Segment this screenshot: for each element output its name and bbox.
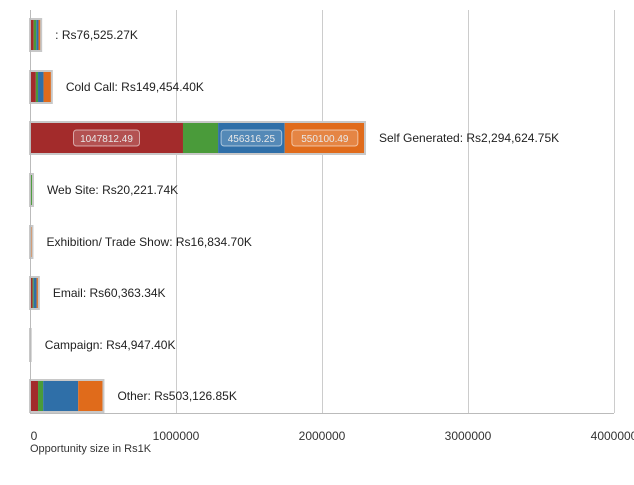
data-label: 456316.25 bbox=[228, 134, 276, 145]
category-label: Self Generated: Rs2,294,624.75K bbox=[379, 131, 559, 145]
category-label: Email: Rs60,363.34K bbox=[53, 286, 166, 300]
x-tick-label: 2000000 bbox=[299, 429, 346, 443]
bar-segment bbox=[30, 380, 39, 412]
x-axis: 0 1000000 2000000 3000000 4000000 bbox=[30, 10, 634, 443]
category-label: Other: Rs503,126.85K bbox=[117, 389, 236, 403]
category-label: Web Site: Rs20,221.74K bbox=[47, 183, 178, 197]
bar-segment bbox=[78, 380, 104, 412]
data-label: 1047812.49 bbox=[80, 134, 133, 145]
bar-segment bbox=[32, 277, 34, 309]
bar-segment bbox=[43, 71, 52, 103]
bar-segment bbox=[33, 277, 37, 309]
bar-segment bbox=[38, 71, 44, 103]
category-label: Campaign: Rs4,947.40K bbox=[45, 338, 176, 352]
x-tick-label: 1000000 bbox=[153, 429, 200, 443]
chart-svg: : Rs76,525.27K Cold Call: Rs149,454.40K 10… bbox=[29, 10, 634, 443]
bar-segment bbox=[38, 380, 44, 412]
bar-segment bbox=[35, 71, 39, 103]
x-tick-label: 4000000 bbox=[591, 429, 634, 443]
data-label: 550100.49 bbox=[301, 134, 349, 145]
x-axis-title: Opportunity size in Rs1K bbox=[30, 443, 152, 455]
bar-segment bbox=[43, 380, 79, 412]
bars: : Rs76,525.27K Cold Call: Rs149,454.40K 10… bbox=[29, 18, 559, 413]
stacked-bar-chart: : Rs76,525.27K Cold Call: Rs149,454.40K 10… bbox=[0, 0, 634, 480]
gridlines bbox=[176, 10, 615, 413]
bar-segment bbox=[182, 122, 219, 154]
category-label: : Rs76,525.27K bbox=[55, 28, 138, 42]
bar-segment bbox=[33, 19, 37, 51]
bar-segment bbox=[36, 19, 39, 51]
category-label: Cold Call: Rs149,454.40K bbox=[66, 80, 204, 94]
x-tick-label: 3000000 bbox=[445, 429, 492, 443]
x-tick-label: 0 bbox=[31, 429, 38, 443]
category-label: Exhibition/ Trade Show: Rs16,834.70K bbox=[46, 235, 251, 249]
